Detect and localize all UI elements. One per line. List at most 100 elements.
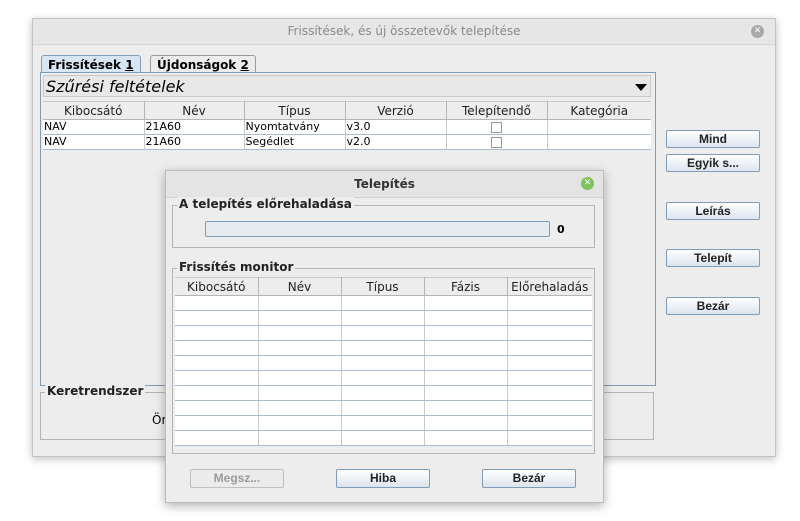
monitor-cell: [341, 295, 425, 311]
cell-telepitendo: [446, 134, 548, 150]
monitor-cell: [175, 430, 259, 446]
monitor-cell: [341, 310, 425, 326]
monitor-empty-row: [175, 295, 592, 311]
cell-verzio: v3.0: [345, 119, 447, 135]
select-all-button[interactable]: Mind: [666, 130, 760, 148]
window-title: Frissítések, és új összetevők telepítése: [33, 19, 775, 45]
monitor-empty-row: [175, 340, 592, 356]
monitor-cell: [341, 340, 425, 356]
monitor-cell: [341, 400, 425, 416]
monitor-cell: [341, 325, 425, 341]
col-header-tipus[interactable]: Típus: [244, 101, 346, 120]
monitor-cell: [175, 340, 259, 356]
dialog-close-button[interactable]: Bezár: [482, 469, 576, 488]
monitor-cell: [424, 340, 508, 356]
monitor-cell: [258, 415, 342, 431]
cancel-button[interactable]: Megsz...: [190, 469, 284, 488]
filter-dropdown[interactable]: Szűrési feltételek: [43, 75, 651, 97]
monitor-cell: [341, 415, 425, 431]
monitor-cell: [507, 430, 592, 446]
monitor-cell: [507, 310, 592, 326]
description-button[interactable]: Leírás: [666, 202, 760, 220]
col-header-eloerehaladas[interactable]: Előrehaladás: [507, 277, 592, 296]
cell-nev: 21A60: [144, 134, 245, 150]
monitor-cell: [175, 325, 259, 341]
monitor-cell: [258, 340, 342, 356]
monitor-empty-row: [175, 400, 592, 416]
cell-nev: 21A60: [144, 119, 245, 135]
filter-label: Szűrési feltételek: [46, 77, 185, 96]
monitor-cell: [507, 370, 592, 386]
cell-tipus: Nyomtatvány: [244, 119, 346, 135]
col-header-tipus[interactable]: Típus: [341, 277, 425, 296]
close-button[interactable]: Bezár: [666, 297, 760, 315]
monitor-empty-row: [175, 370, 592, 386]
monitor-cell: [424, 325, 508, 341]
monitor-cell: [175, 310, 259, 326]
monitor-cell: [341, 355, 425, 371]
monitor-empty-row: [175, 430, 592, 446]
col-header-kategoria[interactable]: Kategória: [547, 101, 651, 120]
monitor-empty-row: [175, 385, 592, 401]
monitor-cell: [507, 415, 592, 431]
monitor-header-row: Kibocsátó Név Típus Fázis Előrehaladás: [175, 277, 592, 296]
monitor-cell: [341, 385, 425, 401]
monitor-cell: [424, 415, 508, 431]
monitor-empty-row: [175, 355, 592, 371]
monitor-cell: [507, 355, 592, 371]
monitor-cell: [258, 310, 342, 326]
col-header-kibocsato[interactable]: Kibocsátó: [43, 101, 145, 120]
cell-telepitendo: [446, 119, 548, 135]
col-header-kibocsato[interactable]: Kibocsátó: [175, 277, 259, 296]
monitor-cell: [175, 385, 259, 401]
close-icon[interactable]: ✕: [751, 25, 764, 38]
tab-updates-label: Frissítések: [48, 58, 126, 72]
cell-verzio: v2.0: [345, 134, 447, 150]
install-checkbox[interactable]: [491, 136, 502, 148]
monitor-cell: [424, 310, 508, 326]
monitor-cell: [507, 295, 592, 311]
col-header-telepitendo[interactable]: Telepítendő: [446, 101, 548, 120]
tab-updates-key: 1: [125, 58, 134, 72]
monitor-cell: [258, 325, 342, 341]
col-header-fazis[interactable]: Fázis: [424, 277, 508, 296]
error-button[interactable]: Hiba: [336, 469, 430, 488]
cell-kategoria: [547, 134, 651, 150]
install-checkbox[interactable]: [491, 121, 502, 133]
col-header-verzio[interactable]: Verzió: [345, 101, 447, 120]
install-progress-bar: [205, 221, 550, 237]
monitor-cell: [258, 400, 342, 416]
tab-new-items-key: 2: [240, 58, 249, 72]
table-row[interactable]: NAV 21A60 Segédlet v2.0: [43, 134, 651, 150]
monitor-cell: [175, 415, 259, 431]
tab-new-items-label: Újdonságok: [157, 58, 241, 72]
install-button[interactable]: Telepít: [666, 249, 760, 267]
table-row[interactable]: NAV 21A60 Nyomtatvány v3.0: [43, 119, 651, 135]
monitor-cell: [341, 370, 425, 386]
monitor-cell: [258, 385, 342, 401]
monitor-cell: [507, 340, 592, 356]
monitor-cell: [424, 430, 508, 446]
monitor-cell: [424, 400, 508, 416]
monitor-cell: [424, 355, 508, 371]
monitor-cell: [258, 355, 342, 371]
install-dialog: Telepítés ✕ A telepítés előrehaladása 0 …: [165, 170, 604, 503]
cell-kibocsato: NAV: [43, 134, 145, 150]
monitor-cell: [258, 430, 342, 446]
select-none-button[interactable]: Egyik s...: [666, 154, 760, 172]
monitor-cell: [507, 325, 592, 341]
monitor-cell: [507, 385, 592, 401]
dropdown-arrow-icon[interactable]: [635, 84, 647, 91]
monitor-empty-row: [175, 415, 592, 431]
monitor-empty-row: [175, 310, 592, 326]
monitor-cell: [175, 400, 259, 416]
monitor-cell: [424, 295, 508, 311]
close-icon[interactable]: ✕: [581, 177, 594, 190]
cell-kibocsato: NAV: [43, 119, 145, 135]
monitor-cell: [424, 385, 508, 401]
col-header-nev[interactable]: Név: [258, 277, 342, 296]
col-header-nev[interactable]: Név: [144, 101, 245, 120]
monitor-cell: [258, 295, 342, 311]
monitor-table: Kibocsátó Név Típus Fázis Előrehaladás: [175, 277, 592, 446]
progress-section-title: A telepítés előrehaladása: [177, 197, 354, 211]
